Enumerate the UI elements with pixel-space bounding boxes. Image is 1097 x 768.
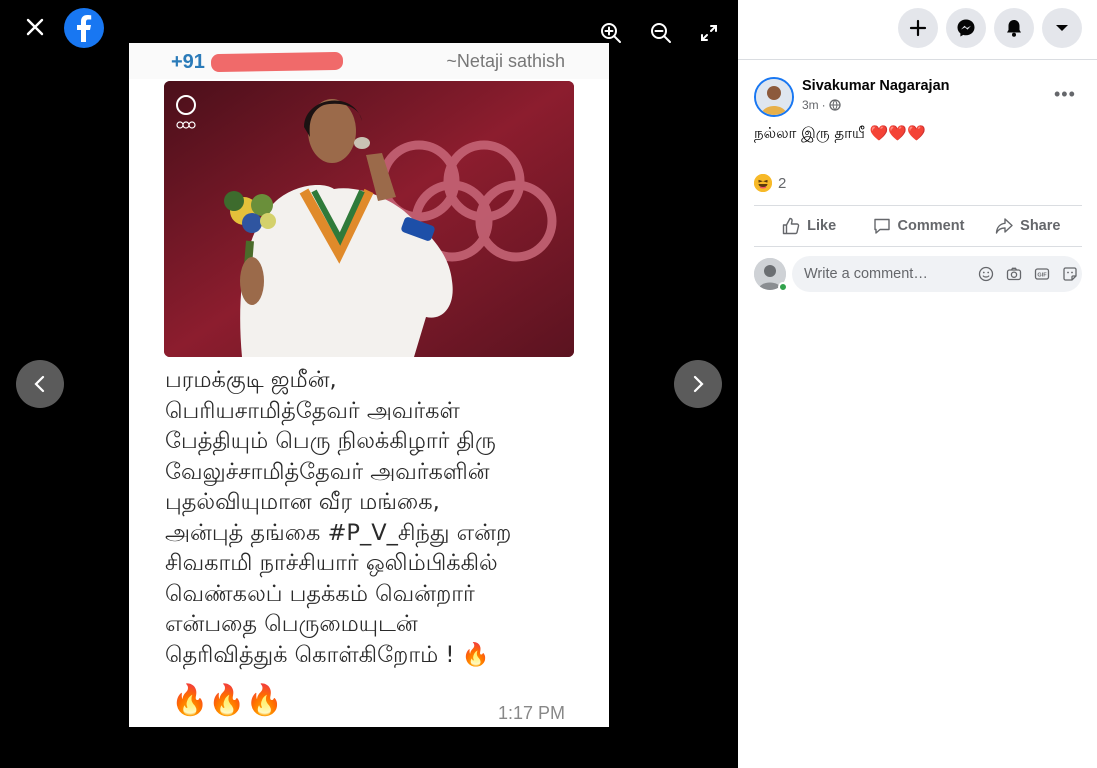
thumbs-up-icon [782, 217, 800, 235]
comment-bubble-icon [873, 218, 890, 234]
like-label: Like [807, 218, 837, 234]
message-line: சிவகாமி நாச்சியார் ஒலிம்பிக்கில் [165, 550, 498, 576]
fullscreen-icon[interactable] [694, 18, 724, 48]
fire-emojis: 🔥🔥🔥 [171, 684, 284, 717]
previous-photo-button[interactable] [16, 360, 64, 408]
online-status-dot [778, 282, 788, 292]
sender-name: ~Netaji sathish [446, 51, 565, 71]
share-label: Share [1020, 218, 1061, 234]
messenger-icon [957, 19, 975, 37]
like-button[interactable]: Like [754, 206, 863, 246]
next-photo-button[interactable] [674, 360, 722, 408]
message-text: பரமக்குடி ஜமீன், பெரியசாமித்தேவர் அவர்கள… [165, 365, 585, 670]
gif-icon[interactable]: GIF [1031, 263, 1053, 285]
meta-separator: · [821, 98, 826, 112]
share-button[interactable]: Share [973, 206, 1082, 246]
share-arrow-icon [995, 218, 1013, 234]
caption-text: நல்லா இரு தாயீ [754, 124, 865, 142]
athlete-photo [164, 81, 574, 357]
message-line: என்பதை பெருமையுடன் [165, 611, 418, 637]
chat-message-header: +91 ~Netaji sathish [129, 43, 609, 79]
photo-viewer: +91 ~Netaji sathish பரமக்குடி ஜமீன், பெர… [0, 0, 738, 768]
message-line: பெரியசாமித்தேவர் அவர்கள் [165, 397, 460, 424]
post-sidebar: Sivakumar Nagarajan 3m · ••• நல்லா இரு த… [738, 0, 1097, 768]
post-caption: நல்லா இரு தாயீ ❤️❤️❤️ [754, 124, 926, 144]
globe-icon [829, 99, 841, 111]
emoji-icon[interactable] [975, 263, 997, 285]
heart-emojis: ❤️❤️❤️ [869, 124, 926, 142]
sender-phone-number: +91 [171, 51, 205, 73]
comment-label: Comment [897, 218, 965, 234]
camera-icon[interactable] [1003, 263, 1025, 285]
caret-down-icon [1056, 25, 1068, 31]
chevron-left-icon [34, 375, 45, 393]
message-line: வெண்கலப் பதக்கம் வென்றார் [165, 580, 475, 607]
post-image: +91 ~Netaji sathish பரமக்குடி ஜமீன், பெர… [129, 43, 609, 727]
message-line: வேலுச்சாமித்தேவர் அவர்களின் [165, 458, 490, 485]
more-options-icon[interactable]: ••• [1054, 84, 1076, 105]
reactions-summary[interactable]: 2 [754, 174, 786, 192]
message-line: புதல்வியுமான வீர மங்கை, [165, 489, 440, 515]
svg-text:GIF: GIF [1037, 273, 1047, 279]
post-time[interactable]: 3m [802, 98, 819, 112]
author-name[interactable]: Sivakumar Nagarajan [802, 78, 950, 94]
plus-icon [909, 19, 927, 37]
post-action-bar: Like Comment Share [754, 205, 1082, 247]
reaction-count: 2 [778, 174, 787, 192]
haha-reaction-icon [754, 174, 772, 192]
header-actions [738, 0, 1097, 60]
message-line: தெரிவித்துக் கொள்கிறோம் ! 🔥 [165, 641, 490, 668]
account-menu-button[interactable] [1042, 8, 1082, 48]
create-button[interactable] [898, 8, 938, 48]
close-icon[interactable] [20, 12, 50, 42]
redaction-scribble [210, 51, 344, 73]
message-time: 1:17 PM [497, 703, 565, 723]
comment-composer[interactable]: GIF [792, 256, 1082, 292]
bell-icon [1007, 20, 1021, 37]
sticker-icon[interactable] [1059, 263, 1081, 285]
comment-input[interactable] [804, 266, 969, 282]
facebook-logo-icon[interactable] [64, 8, 104, 48]
zoom-out-icon[interactable] [646, 18, 676, 48]
chevron-right-icon [693, 375, 704, 393]
post-meta: 3m · [802, 98, 841, 112]
comment-button[interactable]: Comment [863, 206, 972, 246]
messenger-button[interactable] [946, 8, 986, 48]
message-line: பேத்தியும் பெரு நிலக்கிழார் திரு [165, 428, 496, 454]
notifications-button[interactable] [994, 8, 1034, 48]
message-line: அன்புத் தங்கை #P_V_சிந்து என்ற [165, 519, 512, 546]
message-line: பரமக்குடி ஜமீன், [165, 367, 337, 393]
author-avatar[interactable] [754, 77, 794, 117]
